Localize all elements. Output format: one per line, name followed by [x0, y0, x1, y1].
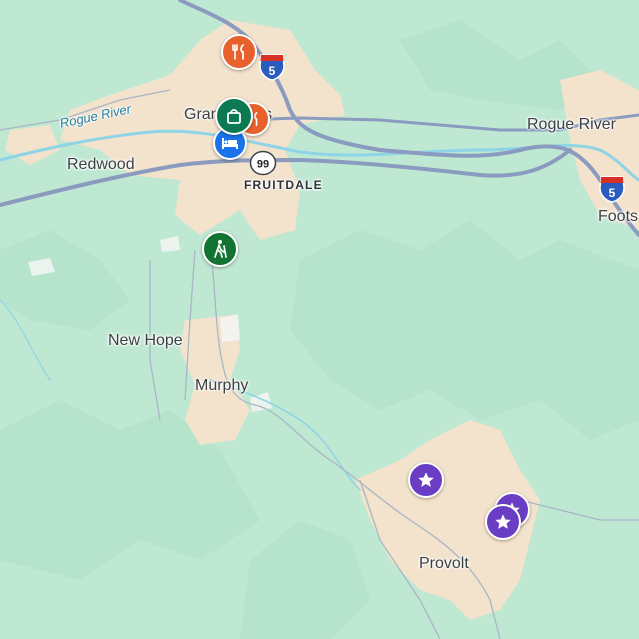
label-rogue-river-town: Rogue River: [527, 116, 616, 133]
label-provolt: Provolt: [419, 555, 469, 572]
label-foots: Foots: [598, 208, 639, 225]
poi-restaurant-pin[interactable]: [221, 34, 257, 70]
label-new-hope: New Hope: [108, 332, 183, 349]
star-icon: [495, 514, 511, 529]
route-99-shield: 99: [249, 150, 277, 176]
interstate-5-east-number: 5: [609, 186, 616, 200]
hiker-icon: [214, 240, 227, 258]
poi-attraction-pin-1[interactable]: [408, 462, 444, 498]
label-fruitdale: FRUITDALE: [244, 178, 323, 192]
interstate-5-east-shield: 5: [599, 176, 625, 203]
label-murphy: Murphy: [195, 377, 249, 394]
poi-attraction-pin-3[interactable]: [485, 504, 521, 540]
star-icon: [418, 472, 434, 487]
map-base-layer: [0, 0, 639, 639]
interstate-5-north-shield: 5: [259, 54, 285, 81]
shopping-bag-icon: [227, 109, 241, 124]
poi-shopping-pin[interactable]: [215, 97, 253, 135]
label-redwood: Redwood: [67, 156, 135, 173]
interstate-5-north-number: 5: [269, 64, 276, 78]
map-canvas[interactable]: 5 5 99 Grants Pass Redwood FRUITDALE Rog…: [0, 0, 639, 639]
poi-hiking-pin[interactable]: [202, 231, 238, 267]
fork-knife-icon: [232, 44, 244, 60]
route-99-number: 99: [257, 159, 269, 171]
bed-icon: [222, 138, 238, 149]
